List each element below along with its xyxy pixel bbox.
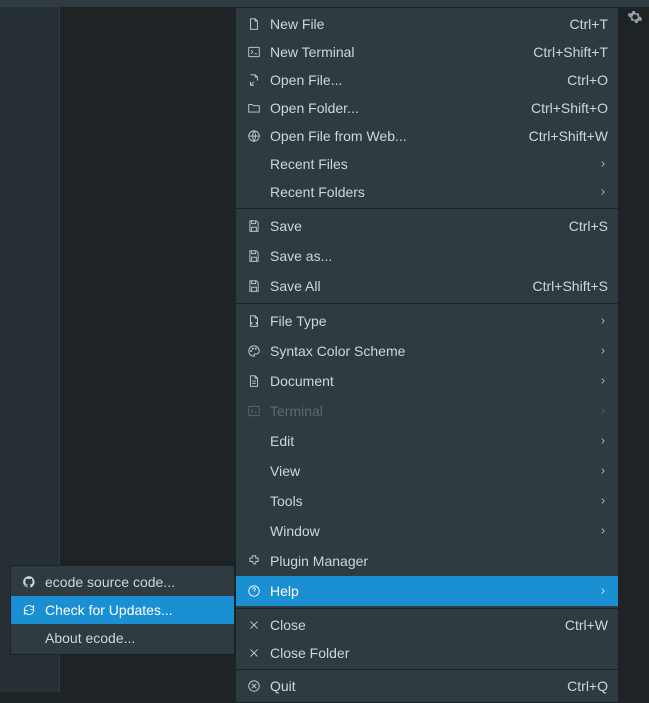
menu-item-label: New File [264,16,570,32]
menu-item-2-8[interactable]: Plugin Manager [236,546,618,576]
menu-item-0-4[interactable]: Open File from Web...Ctrl+Shift+W [236,122,618,150]
menu-item-shortcut: Ctrl+Shift+T [533,44,608,60]
chevron-right-icon [594,346,608,356]
menu-item-label: Save All [264,278,533,294]
palette-icon [244,344,264,358]
menu-item-2-1[interactable]: Syntax Color Scheme [236,336,618,366]
menu-item-label: Tools [264,493,594,509]
help-submenu: ecode source code... Check for Updates...… [10,565,235,655]
help-submenu-item-2[interactable]: About ecode... [11,624,234,652]
chevron-right-icon [594,466,608,476]
quit-icon [244,679,264,693]
chevron-right-icon [594,436,608,446]
menu-item-shortcut: Ctrl+Shift+W [529,128,608,144]
chevron-right-icon [594,586,608,596]
menu-separator [236,208,618,209]
menu-item-label: Window [264,523,594,539]
open-file-icon [244,73,264,87]
help-icon [244,584,264,598]
menu-item-0-5[interactable]: Recent Files [236,150,618,178]
menu-item-shortcut: Ctrl+T [570,16,609,32]
file-icon [244,17,264,31]
refresh-icon [19,603,39,617]
menu-item-2-9[interactable]: Help [236,576,618,606]
menu-item-4-0[interactable]: QuitCtrl+Q [236,672,618,700]
menu-item-0-6[interactable]: Recent Folders [236,178,618,206]
menu-item-2-4[interactable]: Edit [236,426,618,456]
menu-item-2-3: Terminal [236,396,618,426]
chevron-right-icon [594,159,608,169]
menu-item-2-7[interactable]: Window [236,516,618,546]
chevron-right-icon [594,526,608,536]
menu-item-2-6[interactable]: Tools [236,486,618,516]
menu-separator [236,303,618,304]
menu-item-label: New Terminal [264,44,533,60]
menu-item-0-0[interactable]: New FileCtrl+T [236,10,618,38]
menu-item-label: Terminal [264,403,594,419]
close-icon [244,646,264,660]
menu-item-label: Close Folder [264,645,608,661]
menu-item-1-1[interactable]: Save as... [236,241,618,271]
menu-item-label: Plugin Manager [264,553,608,569]
menu-item-shortcut: Ctrl+O [567,72,608,88]
document-icon [244,374,264,388]
menu-item-label: Close [264,617,565,633]
menu-item-label: Open Folder... [264,100,531,116]
chevron-right-icon [594,187,608,197]
menu-item-label: About ecode... [39,630,224,646]
menu-item-3-1[interactable]: Close Folder [236,639,618,667]
menu-item-0-3[interactable]: Open Folder...Ctrl+Shift+O [236,94,618,122]
chevron-right-icon [594,406,608,416]
main-context-menu: New FileCtrl+TNew TerminalCtrl+Shift+TOp… [235,7,619,703]
title-bar [0,0,649,7]
save-icon [244,249,264,263]
menu-item-label: Recent Folders [264,184,594,200]
menu-item-shortcut: Ctrl+Shift+S [533,278,608,294]
help-submenu-item-0[interactable]: ecode source code... [11,568,234,596]
menu-item-label: Save [264,218,569,234]
menu-item-label: Open File from Web... [264,128,529,144]
menu-item-label: View [264,463,594,479]
menu-separator [236,669,618,670]
menu-item-1-0[interactable]: SaveCtrl+S [236,211,618,241]
menu-item-label: Check for Updates... [39,602,224,618]
save-icon [244,219,264,233]
menu-item-3-0[interactable]: CloseCtrl+W [236,611,618,639]
menu-item-shortcut: Ctrl+Shift+O [531,100,608,116]
menu-item-2-5[interactable]: View [236,456,618,486]
menu-item-label: Help [264,583,594,599]
terminal-icon [244,45,264,59]
menu-item-1-2[interactable]: Save AllCtrl+Shift+S [236,271,618,301]
menu-item-label: Recent Files [264,156,594,172]
help-submenu-item-1[interactable]: Check for Updates... [11,596,234,624]
chevron-right-icon [594,376,608,386]
close-icon [244,618,264,632]
menu-separator [236,608,618,609]
folder-icon [244,101,264,115]
chevron-right-icon [594,316,608,326]
menu-item-label: Edit [264,433,594,449]
save-icon [244,279,264,293]
menu-item-shortcut: Ctrl+W [565,617,608,633]
menu-item-2-2[interactable]: Document [236,366,618,396]
chevron-right-icon [594,496,608,506]
menu-item-0-1[interactable]: New TerminalCtrl+Shift+T [236,38,618,66]
filetype-icon [244,314,264,328]
settings-gear-icon[interactable] [627,9,643,25]
menu-item-shortcut: Ctrl+S [569,218,608,234]
menu-item-label: File Type [264,313,594,329]
plugin-icon [244,554,264,568]
menu-item-label: Document [264,373,594,389]
terminal-box-icon [244,404,264,418]
menu-item-0-2[interactable]: Open File...Ctrl+O [236,66,618,94]
menu-item-label: Syntax Color Scheme [264,343,594,359]
menu-item-label: Open File... [264,72,567,88]
menu-item-label: ecode source code... [39,574,224,590]
menu-item-label: Save as... [264,248,608,264]
globe-icon [244,129,264,143]
menu-item-2-0[interactable]: File Type [236,306,618,336]
github-icon [19,575,39,589]
